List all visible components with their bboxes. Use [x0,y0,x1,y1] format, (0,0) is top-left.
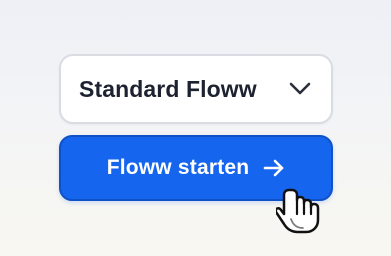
hand-pointer-cursor-icon [276,188,320,234]
arrow-right-icon [264,159,284,177]
chevron-down-icon [289,82,311,95]
flow-select[interactable]: Standard Floww [59,54,333,124]
flow-select-value: Standard Floww [79,75,257,102]
start-flow-button-label: Floww starten [106,156,250,179]
flow-start-panel: Standard Floww Floww starten [0,0,391,256]
